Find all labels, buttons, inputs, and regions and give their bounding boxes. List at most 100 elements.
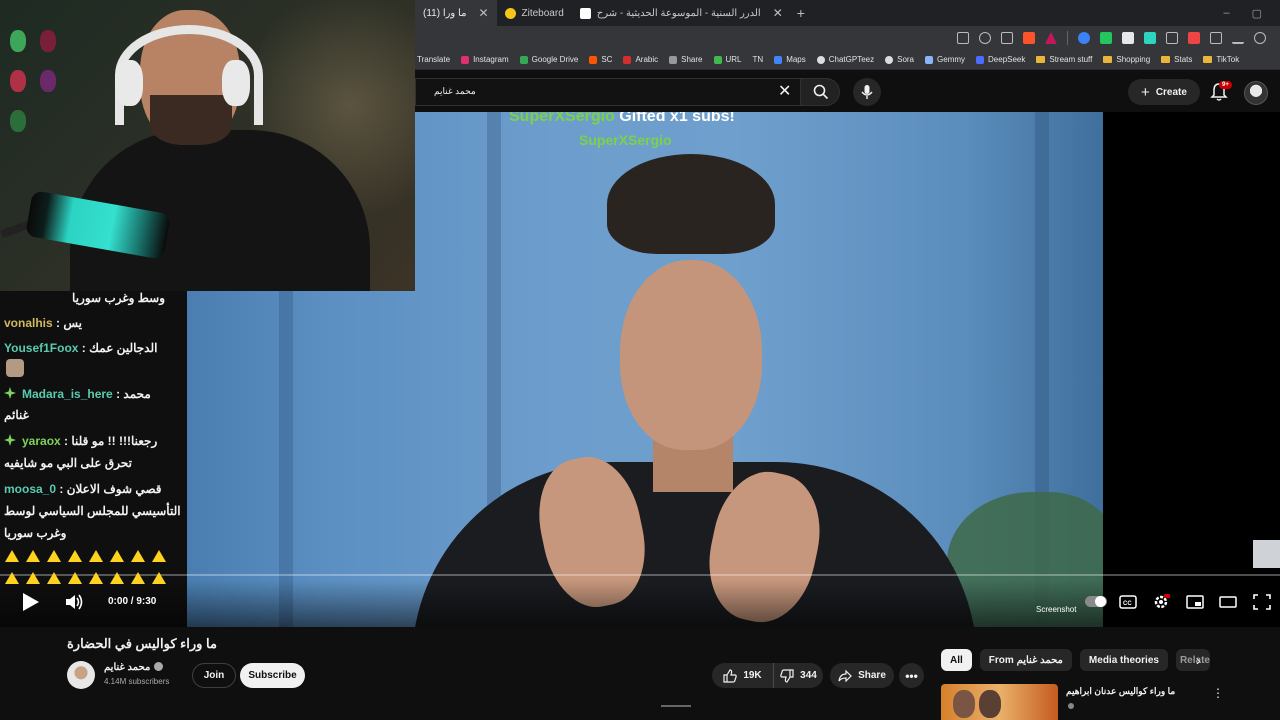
share-label: Share [858,670,886,681]
voice-search-button[interactable] [853,78,881,106]
bookmark-url[interactable]: URL [713,55,742,64]
settings-gear-icon[interactable] [1152,594,1170,610]
bookmark-folder-stream-stuff[interactable]: Stream stuff [1036,55,1092,64]
profile-icon[interactable] [1254,32,1266,44]
tab-ziteboard[interactable]: Ziteboard [497,0,572,26]
bookmark-google-drive[interactable]: Google Drive [519,55,578,64]
chat-username: Madara_is_here [22,387,113,401]
create-button[interactable]: + Create [1128,79,1200,105]
miniplayer-icon[interactable] [1186,594,1204,610]
tab-youtube[interactable]: (11) ما ورا ✕ [415,0,497,26]
bookmark-chatgpteez[interactable]: ChatGPTeez [816,55,874,64]
bookmark-label: Translate [417,55,451,64]
chat-message: vonalhis : يس [4,312,82,334]
volume-icon[interactable] [64,592,84,612]
recommendation-thumbnail[interactable] [941,684,1058,720]
subscribe-button[interactable]: Subscribe [240,663,305,688]
bookmark-instagram[interactable]: Instagram [461,55,509,64]
bookmark-arabic[interactable]: Arabic [623,55,658,64]
channel-name[interactable]: محمد غنايم [104,662,164,673]
tab-dorar[interactable]: الدرر السنية - الموسوعة الحديثية - شرح ✕ [572,0,791,26]
rewards-icon[interactable] [1045,32,1057,44]
chat-message: Madara_is_here : محمد [4,383,151,405]
bookmark-folder-shopping[interactable]: Shopping [1103,55,1150,64]
search-query: محمد غنايم [434,86,476,96]
warning-icon [152,550,166,562]
maximize-button[interactable]: ▢ [1252,7,1262,20]
arabic-icon [623,55,632,64]
extension-icon[interactable] [1078,32,1090,44]
chip-all[interactable]: All [941,649,972,671]
dislike-button[interactable]: 344 [774,663,823,688]
sidebar-icon[interactable] [1210,32,1222,44]
chip-from-channel[interactable]: From محمد غنايم [979,649,1072,671]
youtube-header: محمد غنايم ✕ + Create 9+ [415,72,1280,112]
share-button[interactable]: Share [830,663,894,688]
thumbs-down-icon [780,668,794,683]
presenter-hair [607,154,775,254]
join-button[interactable]: Join [192,663,236,688]
brave-shield-icon[interactable] [1023,32,1035,44]
chip-media-theories[interactable]: Media theories [1079,649,1168,671]
wall-decor [40,30,56,52]
autoplay-toggle[interactable] [1085,596,1107,607]
captions-icon[interactable]: CC [1119,594,1137,610]
minimize-button[interactable]: – [1223,7,1229,20]
wall-decor [10,30,26,52]
cast-icon[interactable] [957,32,969,44]
theater-mode-icon[interactable] [1219,594,1237,610]
chatgpt-icon [816,55,825,64]
chevron-right-icon[interactable]: › [1196,652,1201,668]
channel-name-text: محمد غنايم [104,662,151,673]
warning-icon [110,572,124,584]
folder-icon [1036,56,1046,63]
new-tab-button[interactable]: + [791,5,811,21]
like-count: 19K [743,670,762,681]
chat-username: yaraox [22,434,61,448]
webcam-overlay [0,0,415,291]
extension-icon[interactable] [1188,32,1200,44]
recommendation-title[interactable]: ما وراء كواليس عدنان ابراهيم [1066,686,1175,697]
chat-separator: : [60,434,72,448]
more-actions-button[interactable]: ••• [899,663,924,688]
chat-message: وغرب سوريا [4,522,66,544]
extension-icon[interactable] [1144,32,1156,44]
channel-avatar[interactable] [67,661,95,689]
wall-decor [10,70,26,92]
bookmark-folder-tiktok[interactable]: TikTok [1203,55,1239,64]
bookmark-deepseek[interactable]: DeepSeek [976,55,1025,64]
bookmark-sc[interactable]: SC [589,55,612,64]
bookmark-maps[interactable]: Maps [774,55,806,64]
warning-icon [89,550,103,562]
search-button[interactable] [800,78,840,106]
account-avatar[interactable] [1244,81,1268,105]
clear-search-icon[interactable]: ✕ [778,84,791,100]
search-input[interactable]: محمد غنايم ✕ [415,78,800,106]
extension-icon[interactable] [1122,32,1134,44]
bookmark-folder-stats[interactable]: Stats [1161,55,1192,64]
share-icon[interactable] [1001,32,1013,44]
media-icon[interactable] [1232,32,1244,44]
close-tab-icon[interactable]: ✕ [478,6,488,20]
create-label: Create [1155,86,1187,98]
bookmark-translate[interactable]: Translate [417,55,450,64]
like-button[interactable]: 19K [712,663,774,688]
zoom-icon[interactable] [979,32,991,44]
bookmark-share[interactable]: Share [669,55,703,64]
play-icon[interactable] [18,590,42,614]
bookmark-tn[interactable]: TN [753,55,764,64]
fullscreen-icon[interactable] [1253,594,1271,610]
extension-icon[interactable] [1100,32,1112,44]
bookmark-sora[interactable]: Sora [885,55,914,64]
maps-icon [774,55,783,64]
warning-icon [68,550,82,562]
bookmark-gemmy[interactable]: Gemmy [925,55,965,64]
bookmark-label: Gemmy [937,55,966,64]
close-tab-icon[interactable]: ✕ [773,6,783,20]
chip-related[interactable]: Relate [1175,649,1210,671]
video-progress-bar[interactable] [0,574,1280,576]
wall-decor [10,110,26,132]
ziteboard-favicon-icon [504,7,516,19]
recommendation-more-icon[interactable]: ⋮ [1212,686,1224,700]
extensions-puzzle-icon[interactable] [1166,32,1178,44]
